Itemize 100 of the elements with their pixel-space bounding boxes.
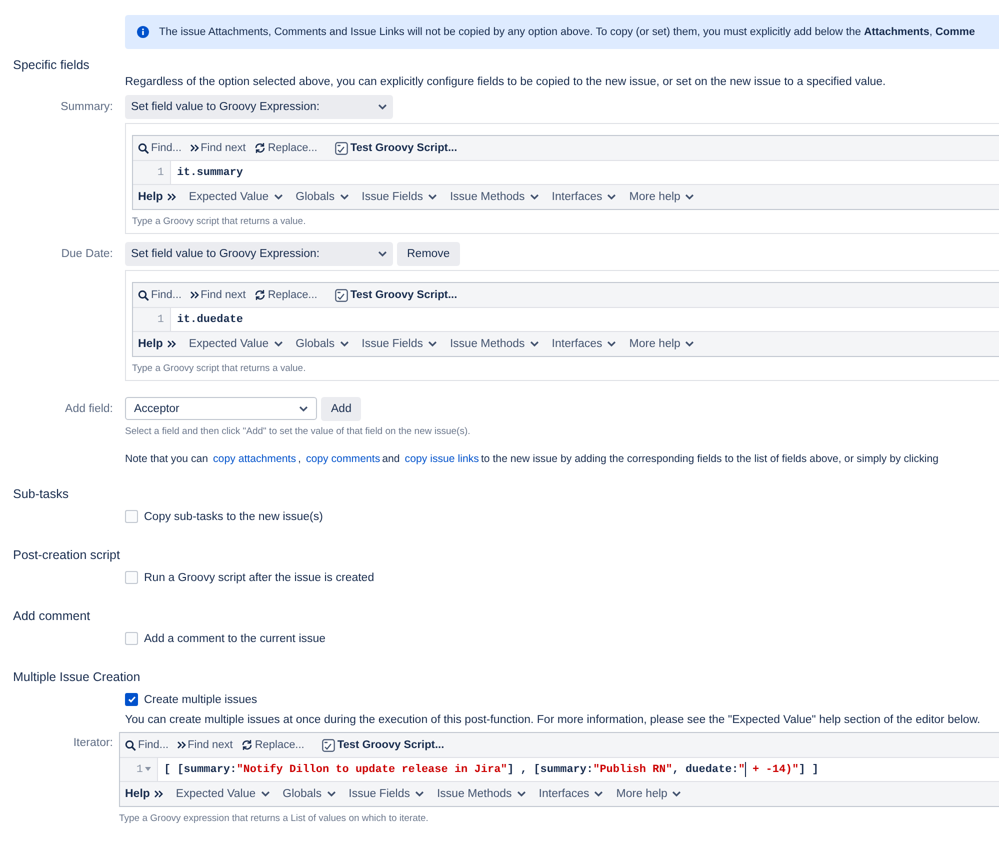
toolbar-button[interactable]: Find...	[125, 739, 169, 751]
chevron-down-icon	[530, 194, 539, 200]
refresh-icon	[254, 142, 266, 154]
section-heading: Specific fields	[12, 58, 90, 72]
code-line[interactable]: it.summary	[171, 166, 244, 178]
help-menu[interactable]: Issue Methods	[450, 191, 539, 203]
field-hint: Select a field and then click "Add" to set the value of that field on the new issue(s).	[125, 426, 472, 437]
chevron-down-icon	[340, 194, 349, 200]
help-menu[interactable]: Expected Value	[176, 788, 270, 800]
double-chevron-icon	[166, 193, 176, 201]
toolbar-button[interactable]: Find...	[138, 142, 182, 154]
chevron-down-icon	[607, 341, 616, 347]
toolbar-button[interactable]: Test Groovy Script...	[322, 738, 444, 752]
chevron-down-icon	[516, 791, 526, 797]
chevron-down-icon	[274, 194, 283, 200]
toolbar-button[interactable]: Find...	[138, 289, 182, 301]
toolbar-button[interactable]: Replace...	[254, 289, 318, 301]
chevron-down-icon	[672, 791, 682, 797]
help-menu[interactable]: Issue Fields	[348, 788, 424, 800]
chevron-down-icon	[428, 341, 437, 347]
help-menu[interactable]: Issue Methods	[436, 788, 526, 800]
script-check-icon	[335, 288, 348, 302]
refresh-icon	[240, 739, 253, 751]
remove-button[interactable]: Remove	[397, 242, 460, 266]
help-menu[interactable]: Globals	[296, 191, 349, 203]
chevron-down-icon	[299, 406, 308, 412]
field-mode-select[interactable]: Set field value to Groovy Expression:	[125, 242, 393, 266]
checkbox[interactable]	[125, 632, 138, 645]
search-icon	[138, 290, 149, 300]
section-description: You can create multiple issues at once during the execution of this post-function. For more information, please see the "Expected Value" help section of the editor below.	[125, 714, 982, 726]
checkbox[interactable]	[125, 693, 138, 706]
chevron-down-icon	[378, 104, 387, 110]
chevron-down-icon	[428, 194, 437, 200]
note-text: Note that you can copy attachments , copy comments and copy issue links to the new issue by adding the corresponding fields to the list of fields above, or simply by clicking	[125, 453, 940, 465]
chevron-down-icon	[594, 791, 604, 797]
section-description: Regardless of the option selected above, you can explicitly configure fields to be copied to the new issue, or set on the new issue to a specified value.	[125, 76, 887, 88]
double-chevron-icon	[190, 291, 199, 299]
help-menu[interactable]: Expected Value	[188, 338, 283, 350]
help-label: Help	[138, 338, 176, 350]
text-link[interactable]: copy issue links	[404, 453, 479, 465]
help-menu[interactable]: Interfaces	[552, 191, 616, 203]
search-icon	[138, 142, 149, 154]
help-menu[interactable]: Interfaces	[538, 788, 604, 800]
field-mode-select[interactable]: Set field value to Groovy Expression:	[125, 95, 393, 119]
field-label: Add field:	[64, 402, 114, 417]
chevron-down-icon	[274, 341, 283, 347]
check-icon	[128, 696, 136, 703]
toolbar-button[interactable]: Find next	[190, 289, 246, 301]
help-menu[interactable]: More help	[629, 338, 694, 350]
help-menu[interactable]: Expected Value	[188, 191, 283, 203]
chevron-down-icon	[260, 791, 270, 797]
chevron-down-icon	[340, 341, 349, 347]
chevron-down-icon	[685, 194, 694, 200]
checkbox[interactable]	[125, 510, 138, 523]
search-icon	[125, 740, 136, 750]
text-link[interactable]: copy attachments	[213, 453, 296, 465]
line-number: 1	[157, 166, 164, 178]
field-label: Due Date:	[60, 247, 114, 262]
chevron-down-icon	[378, 251, 387, 257]
text-link[interactable]: copy comments	[306, 453, 380, 465]
chevron-down-icon	[530, 341, 539, 347]
code-line[interactable]: [ [summary:"Notify Dillon to update release in Jira"] , [summary:"Publish RN", duedate:" + -14)"] ]	[158, 762, 819, 777]
toolbar-button[interactable]: Replace...	[240, 739, 304, 751]
section-heading: Post-creation script	[12, 548, 121, 562]
field-label: Iterator:	[72, 736, 114, 751]
help-menu[interactable]: Globals	[296, 338, 349, 350]
help-menu[interactable]: More help	[629, 191, 694, 203]
help-label: Help	[138, 191, 176, 203]
toolbar-button[interactable]: Replace...	[254, 142, 318, 154]
section-heading: Sub-tasks	[12, 487, 70, 501]
chevron-down-icon	[685, 341, 694, 347]
line-number: 1	[157, 314, 164, 326]
help-menu[interactable]: Issue Fields	[362, 191, 437, 203]
fold-caret-icon[interactable]	[145, 767, 151, 772]
field-select[interactable]: Acceptor	[125, 397, 317, 420]
help-menu[interactable]: More help	[616, 788, 682, 800]
script-check-icon	[322, 738, 336, 752]
chevron-down-icon	[607, 194, 616, 200]
help-menu[interactable]: Interfaces	[552, 338, 616, 350]
chevron-down-icon	[414, 791, 424, 797]
add-button[interactable]: Add	[321, 397, 362, 421]
info-icon	[137, 26, 149, 38]
help-label: Help	[125, 788, 163, 800]
toolbar-button[interactable]: Find next	[190, 142, 246, 154]
toolbar-button[interactable]: Test Groovy Script...	[335, 142, 458, 154]
info-text: The issue Attachments, Comments and Issue Links will not be copied by any option above. To copy (or set) them, you must explicitly add below the Attachments, Comme	[159, 26, 975, 38]
checkbox-label: Create multiple issues	[144, 694, 258, 706]
editor-hint: Type a Groovy script that returns a value.	[132, 216, 307, 227]
editor-hint: Type a Groovy script that returns a value.	[132, 363, 307, 374]
checkbox-label: Add a comment to the current issue	[144, 632, 326, 644]
double-chevron-icon	[154, 790, 163, 798]
help-menu[interactable]: Issue Methods	[450, 338, 539, 350]
script-check-icon	[335, 142, 348, 154]
checkbox[interactable]	[125, 571, 138, 584]
help-menu[interactable]: Issue Fields	[362, 338, 437, 350]
toolbar-button[interactable]: Find next	[176, 739, 233, 751]
help-menu[interactable]: Globals	[282, 788, 336, 800]
code-line[interactable]: it.duedate	[171, 314, 244, 326]
toolbar-button[interactable]: Test Groovy Script...	[335, 288, 458, 302]
double-chevron-icon	[190, 144, 199, 152]
